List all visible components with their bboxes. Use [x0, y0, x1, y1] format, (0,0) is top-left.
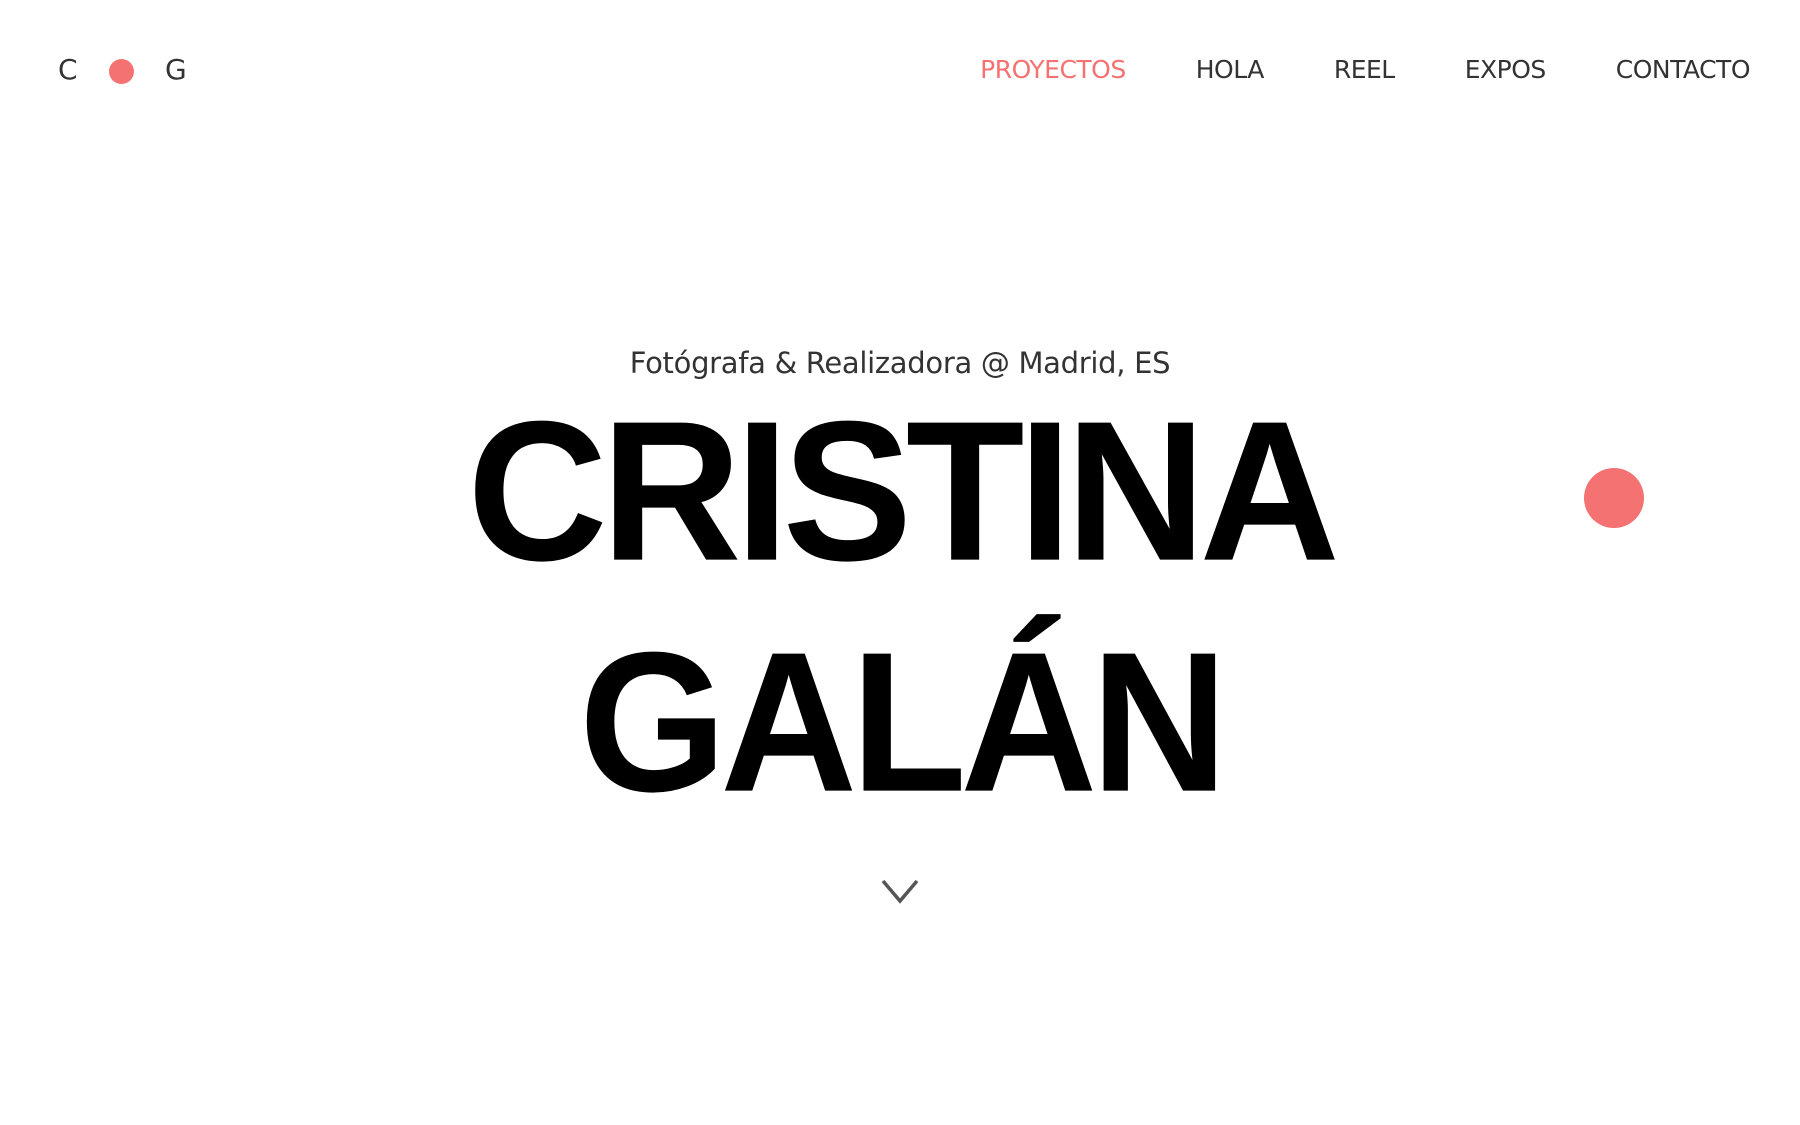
decorative-dot [1584, 468, 1644, 528]
nav-item-reel[interactable]: REEL [1334, 50, 1395, 90]
logo-dot [109, 59, 134, 84]
chevron-down-icon[interactable] [880, 877, 920, 907]
nav-item-proyectos[interactable]: PROYECTOS [980, 50, 1126, 90]
hero-last-name: GALÁN [0, 623, 1800, 822]
hero-first-name: CRISTINA [0, 392, 1800, 591]
first-name-text: CRISTINA [466, 380, 1340, 603]
site-logo[interactable]: C G [58, 50, 198, 90]
nav-item-expos[interactable]: EXPOS [1465, 50, 1547, 90]
last-name-text: GALÁN [578, 611, 1228, 834]
hero-subtitle: Fotógrafa & Realizadora @ Madrid, ES [629, 346, 1171, 380]
main-nav: PROYECTOS HOLA REEL EXPOS CONTACTO [910, 50, 1750, 90]
logo-letter-g: G [165, 53, 187, 86]
nav-item-contacto[interactable]: CONTACTO [1616, 50, 1751, 90]
logo-letter-c: C [58, 53, 78, 86]
nav-item-hola[interactable]: HOLA [1196, 50, 1265, 90]
